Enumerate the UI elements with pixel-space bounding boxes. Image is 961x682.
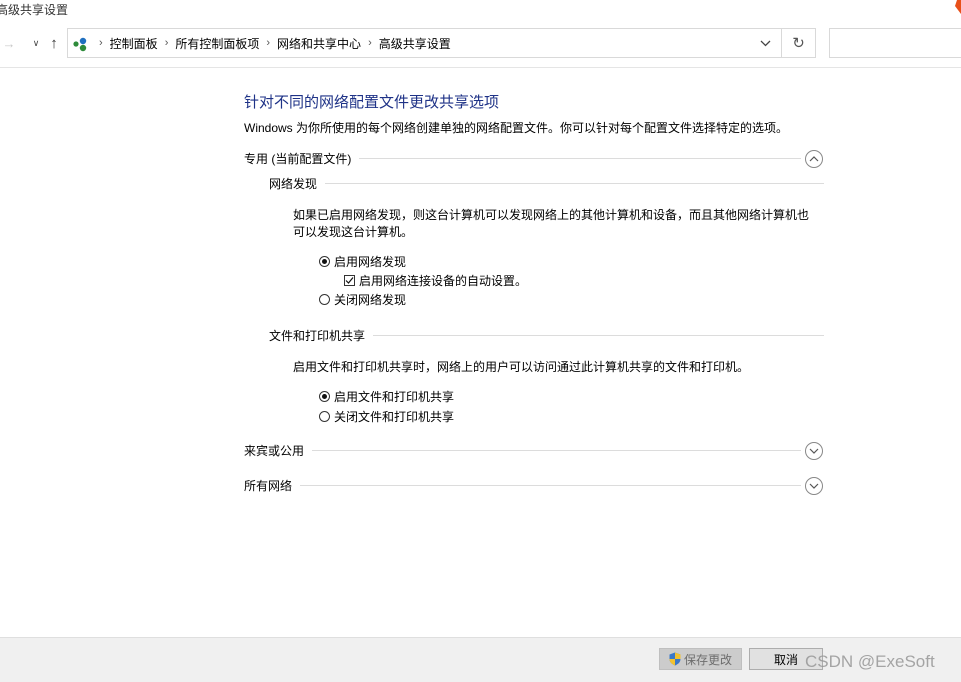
chevron-down-icon (809, 483, 819, 489)
divider (359, 157, 801, 159)
expand-guest-button[interactable] (805, 442, 823, 460)
up-button[interactable]: ↑ (45, 34, 63, 52)
watermark: CSDN @ExeSoft (805, 652, 935, 671)
profile-all-header[interactable]: 所有网络 (244, 477, 801, 493)
radio-unselected-icon[interactable] (319, 411, 330, 422)
profile-all-label: 所有网络 (244, 478, 293, 493)
refresh-button[interactable]: ↻ (782, 28, 816, 58)
breadcrumb-network-sharing-center[interactable]: 网络和共享中心 (277, 35, 361, 52)
save-changes-button[interactable]: 保存更改 (659, 648, 742, 670)
breadcrumb-separator-icon[interactable]: › (266, 37, 270, 49)
search-input[interactable] (829, 28, 961, 58)
page-description: Windows 为你所使用的每个网络创建单独的网络配置文件。你可以针对每个配置文… (244, 121, 789, 135)
chevron-down-icon (760, 40, 770, 46)
radio-unselected-icon[interactable] (319, 294, 330, 305)
option-label: 启用网络发现 (334, 255, 407, 269)
save-changes-label: 保存更改 (683, 652, 732, 667)
divider (325, 182, 824, 184)
window-title: 高级共享设置 (0, 3, 69, 17)
radio-network-discovery-on[interactable]: 启用网络发现 (319, 253, 406, 270)
option-label: 关闭文件和打印机共享 (334, 410, 455, 424)
collapse-private-button[interactable] (805, 150, 823, 168)
divider (312, 449, 801, 451)
network-icon (73, 37, 87, 52)
address-bar[interactable]: › 控制面板 › 所有控制面板项 › 网络和共享中心 › 高级共享设置 (67, 28, 782, 58)
breadcrumb-control-panel[interactable]: 控制面板 (110, 35, 158, 52)
option-label: 关闭网络发现 (334, 293, 407, 307)
breadcrumb-separator-icon: › (99, 37, 103, 49)
network-discovery-header: 网络发现 (269, 175, 824, 191)
title-bar: 高级共享设置 (0, 0, 961, 22)
navigation-bar: → ∨ ↑ › 控制面板 › 所有控制面板项 › 网络和共享中心 › 高级共享设… (0, 22, 961, 66)
arrow-up-icon: ↑ (50, 34, 58, 52)
address-dropdown-button[interactable] (751, 29, 779, 57)
checkbox-auto-setup[interactable]: 启用网络连接设备的自动设置。 (344, 272, 527, 289)
file-sharing-header: 文件和打印机共享 (269, 327, 824, 343)
breadcrumb: › 控制面板 › 所有控制面板项 › 网络和共享中心 › 高级共享设置 (92, 29, 451, 57)
network-discovery-description: 如果已启用网络发现，则这台计算机可以发现网络上的其他计算机和设备，而且其他网络计… (293, 208, 810, 239)
breadcrumb-all-control-panel-items[interactable]: 所有控制面板项 (175, 35, 259, 52)
back-button[interactable]: → (0, 34, 18, 52)
divider (300, 484, 801, 486)
footer-bar: 保存更改 取消 CSDN @ExeSoft (0, 637, 961, 682)
option-label: 启用文件和打印机共享 (334, 390, 455, 404)
file-sharing-heading: 文件和打印机共享 (269, 328, 366, 343)
checkbox-checked-icon[interactable] (344, 275, 355, 286)
profile-private-header[interactable]: 专用 (当前配置文件) (244, 150, 801, 166)
breadcrumb-separator-icon[interactable]: › (368, 37, 372, 49)
uac-shield-icon (669, 652, 681, 666)
page-title: 针对不同的网络配置文件更改共享选项 (244, 94, 500, 111)
arrow-left-icon: → (2, 35, 16, 51)
file-sharing-description: 启用文件和打印机共享时，网络上的用户可以访问通过此计算机共享的文件和打印机。 (293, 360, 750, 374)
radio-selected-icon[interactable] (319, 256, 330, 267)
breadcrumb-advanced-sharing[interactable]: 高级共享设置 (379, 35, 451, 52)
chevron-down-icon: ∨ (32, 37, 40, 48)
network-discovery-heading: 网络发现 (269, 176, 318, 191)
expand-all-button[interactable] (805, 477, 823, 495)
breadcrumb-separator-icon[interactable]: › (165, 37, 169, 49)
radio-selected-icon[interactable] (319, 391, 330, 402)
radio-file-sharing-off[interactable]: 关闭文件和打印机共享 (319, 408, 454, 425)
profile-private-label: 专用 (当前配置文件) (244, 151, 352, 166)
window-app-icon (955, 0, 961, 14)
chevron-up-icon (809, 156, 819, 162)
radio-network-discovery-off[interactable]: 关闭网络发现 (319, 291, 406, 308)
main-content: 针对不同的网络配置文件更改共享选项 Windows 为你所使用的每个网络创建单独… (0, 68, 961, 638)
recent-locations-button[interactable]: ∨ (27, 34, 45, 52)
option-label: 启用网络连接设备的自动设置。 (359, 274, 528, 288)
radio-file-sharing-on[interactable]: 启用文件和打印机共享 (319, 388, 454, 405)
divider (373, 334, 824, 336)
profile-guest-header[interactable]: 来宾或公用 (244, 442, 801, 458)
profile-guest-label: 来宾或公用 (244, 443, 305, 458)
refresh-icon: ↻ (792, 35, 805, 52)
chevron-down-icon (809, 448, 819, 454)
cancel-label: 取消 (773, 652, 798, 667)
